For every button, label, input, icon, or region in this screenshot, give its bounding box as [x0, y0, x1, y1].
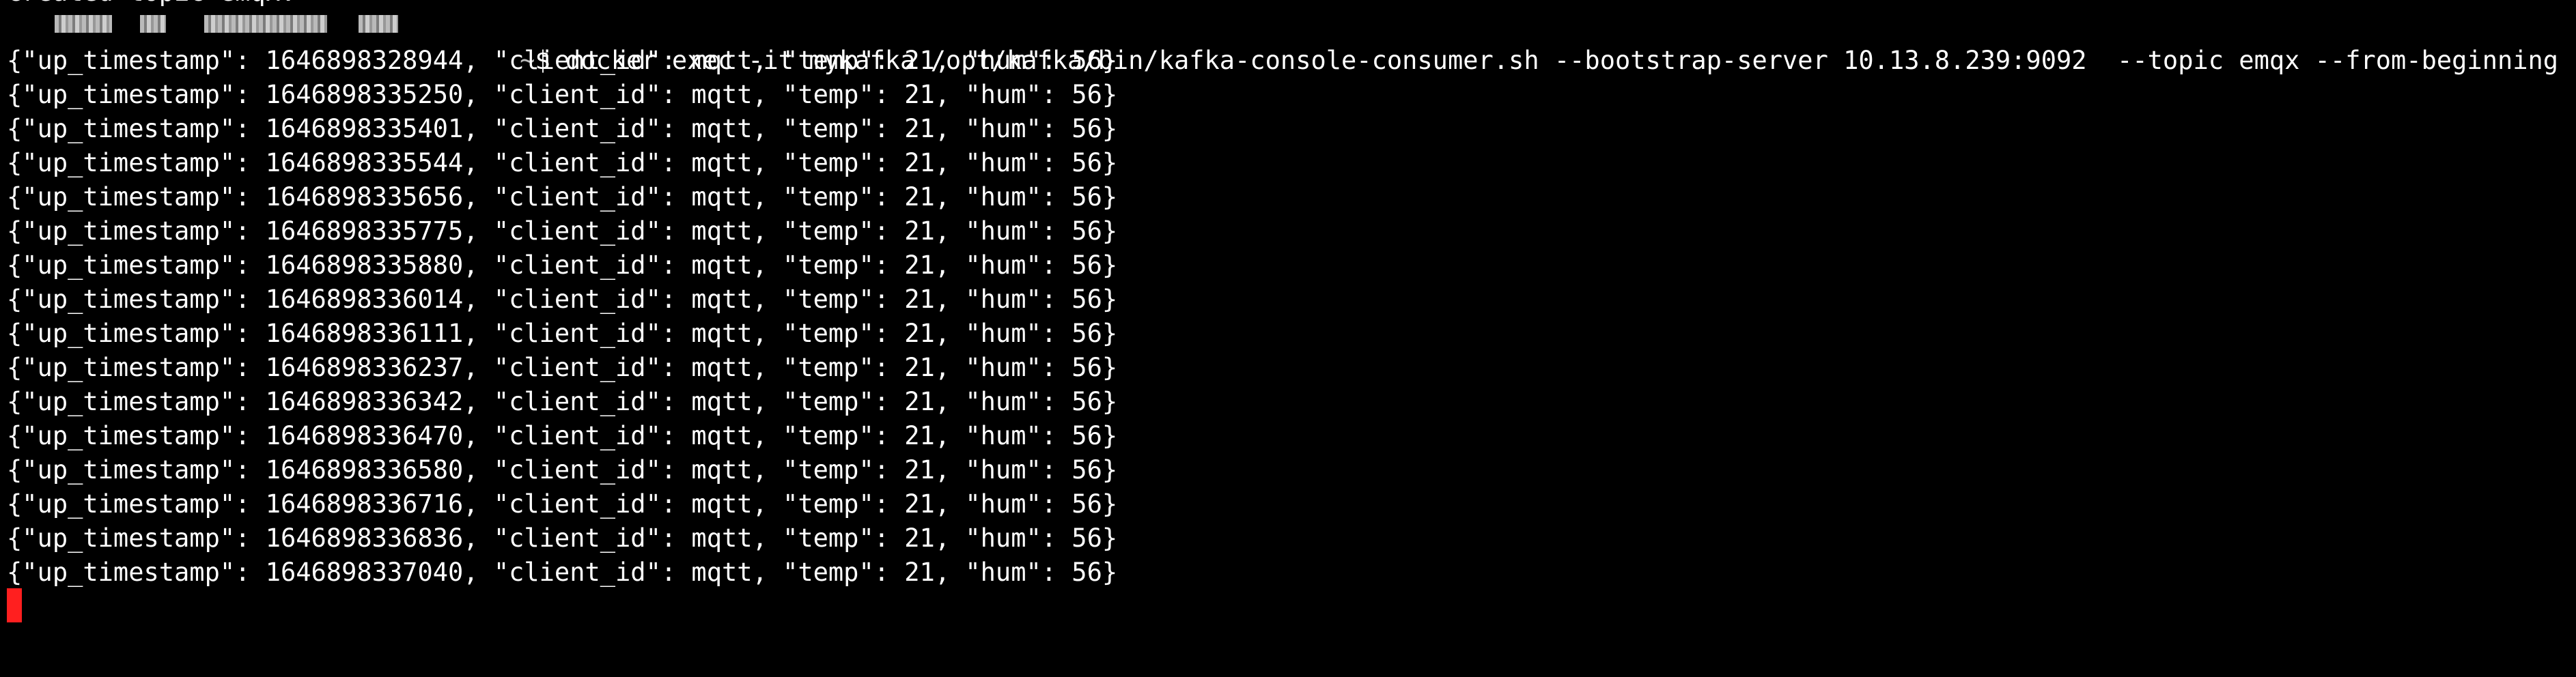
output-line: {"up_timestamp": 1646898328944, "client_…: [7, 46, 1118, 75]
output-line: {"up_timestamp": 1646898336716, "client_…: [7, 489, 1118, 519]
output-line: {"up_timestamp": 1646898335544, "client_…: [7, 148, 1118, 177]
redacted-username: [55, 15, 112, 33]
output-line: {"up_timestamp": 1646898336111, "client_…: [7, 319, 1118, 348]
terminal-cursor[interactable]: [7, 588, 22, 622]
output-line: {"up_timestamp": 1646898336237, "client_…: [7, 353, 1118, 382]
redacted-path: [359, 15, 398, 33]
output-line: {"up_timestamp": 1646898336470, "client_…: [7, 421, 1118, 450]
output-line: {"up_timestamp": 1646898336014, "client_…: [7, 285, 1118, 314]
output-line: {"up_timestamp": 1646898335880, "client_…: [7, 250, 1118, 280]
redacted-separator: [140, 15, 166, 33]
output-line: {"up_timestamp": 1646898335401, "client_…: [7, 114, 1118, 143]
command-line: ~$ docker exec -it mykafka /opt/kafka/bi…: [459, 10, 2558, 75]
output-line: {"up_timestamp": 1646898335775, "client_…: [7, 216, 1118, 246]
output-line: {"up_timestamp": 1646898336580, "client_…: [7, 455, 1118, 485]
output-line: {"up_timestamp": 1646898335656, "client_…: [7, 182, 1118, 212]
terminal-window[interactable]: Created topic emqx. ~$ docker exec -it m…: [0, 0, 2576, 677]
output-line: {"up_timestamp": 1646898335250, "client_…: [7, 80, 1118, 109]
output-line: {"up_timestamp": 1646898336342, "client_…: [7, 387, 1118, 416]
redacted-hostname: [204, 15, 327, 33]
output-line: {"up_timestamp": 1646898337040, "client_…: [7, 558, 1118, 587]
previous-output-line: Created topic emqx.: [7, 0, 296, 10]
output-line: {"up_timestamp": 1646898336836, "client_…: [7, 523, 1118, 553]
